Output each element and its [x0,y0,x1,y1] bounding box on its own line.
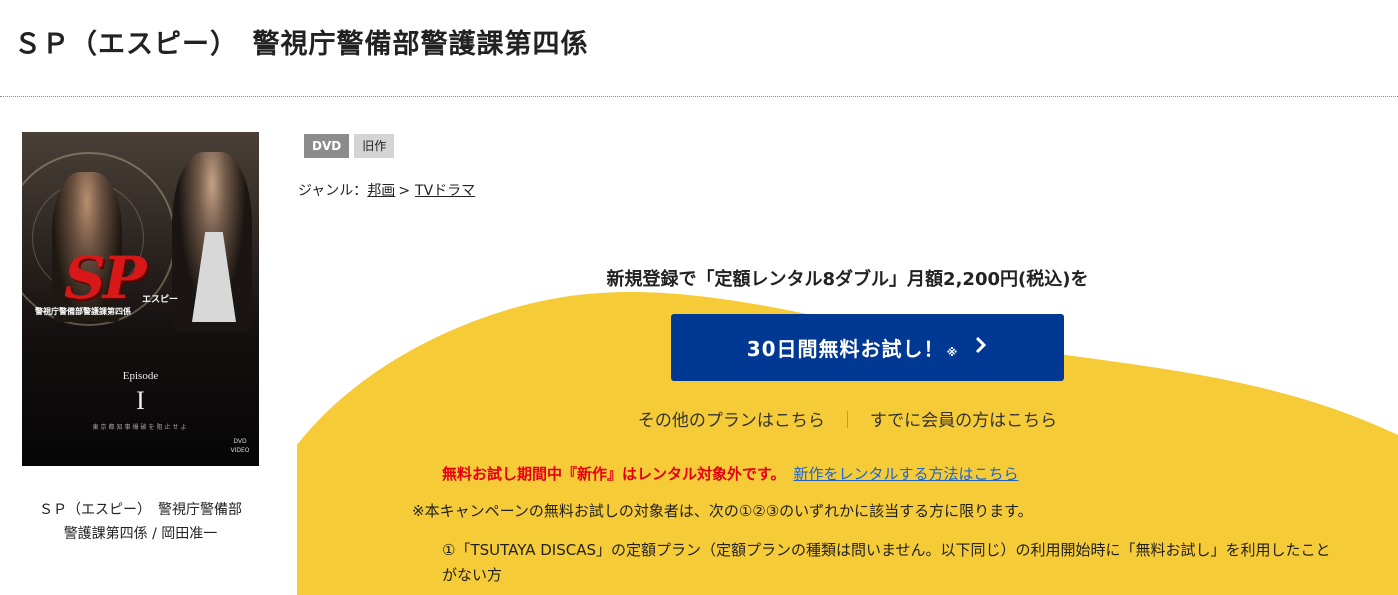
caption-line-1: ＳＰ（エスピー） 警視庁警備部 [39,502,242,518]
badge-old-release: 旧作 [354,134,395,158]
jacket-logo: SP [64,244,146,312]
jacket-episode-label: Episode [122,370,159,382]
jacket-subtitle: 警視庁警備部警護課第四係 [35,306,131,316]
genre-breadcrumb: ジャンル：邦画 > TVドラマ [298,180,475,200]
dvd-video-mark: DVD VIDEO [230,438,250,454]
free-trial-label: 30日間無料お試し！ [746,337,945,361]
genre-label: ジャンル： [298,183,368,199]
plan-links-separator: ｜ [838,411,856,431]
page-title: ＳＰ（エスピー） 警視庁警備部警護課第四係 [14,29,589,60]
badge-dvd: DVD [304,134,350,158]
title-caption: ＳＰ（エスピー） 警視庁警備部 警護課第四係 / 岡田准一 [22,498,259,546]
genre-link-hougа[interactable]: 邦画 [367,183,395,199]
genre-separator: > [398,183,411,199]
jacket-logo-kana: エスピー [142,295,179,305]
new-release-notice: 無料お試し期間中『新作』はレンタル対象外です。 新作をレンタルする方法はこちら [442,463,1019,484]
free-trial-button[interactable]: 30日間無料お試し！ ※ [671,314,1064,381]
genre-link-tv-drama[interactable]: TVドラマ [415,183,475,199]
caption-line-2: 警護課第四係 / 岡田准一 [63,526,218,542]
new-release-rental-link[interactable]: 新作をレンタルする方法はこちら [794,465,1019,483]
jacket-episode-number: I [136,386,145,415]
chevron-right-icon [974,335,988,360]
other-plans-link[interactable]: その他のプランはこちら [638,411,825,431]
free-trial-note-mark: ※ [946,346,959,359]
campaign-headline: 新規登録で「定額レンタル8ダブル」月額2,200円(税込)を [606,269,1089,290]
jacket-tagline: 東京都知事爆破を阻止せよ [92,424,189,431]
plan-links: その他のプランはこちら ｜ すでに会員の方はこちら [297,406,1398,431]
campaign-eligibility-item-1: ①「TSUTAYA DISCAS」の定額プラン（定額プランの種類は問いません。以… [442,541,1331,584]
member-login-link[interactable]: すでに会員の方はこちら [870,411,1057,431]
title-divider [0,96,1398,97]
format-badges: DVD 旧作 [304,134,395,158]
new-release-warning: 無料お試し期間中『新作』はレンタル対象外です。 [442,465,786,483]
campaign-eligibility-note: ※本キャンペーンの無料お試しの対象者は、次の①②③のいずれかに該当する方に限りま… [412,502,1033,520]
dvd-jacket-image[interactable]: SP エスピー 警視庁警備部警護課第四係 Episode I 東京都知事爆破を阻… [22,132,259,466]
